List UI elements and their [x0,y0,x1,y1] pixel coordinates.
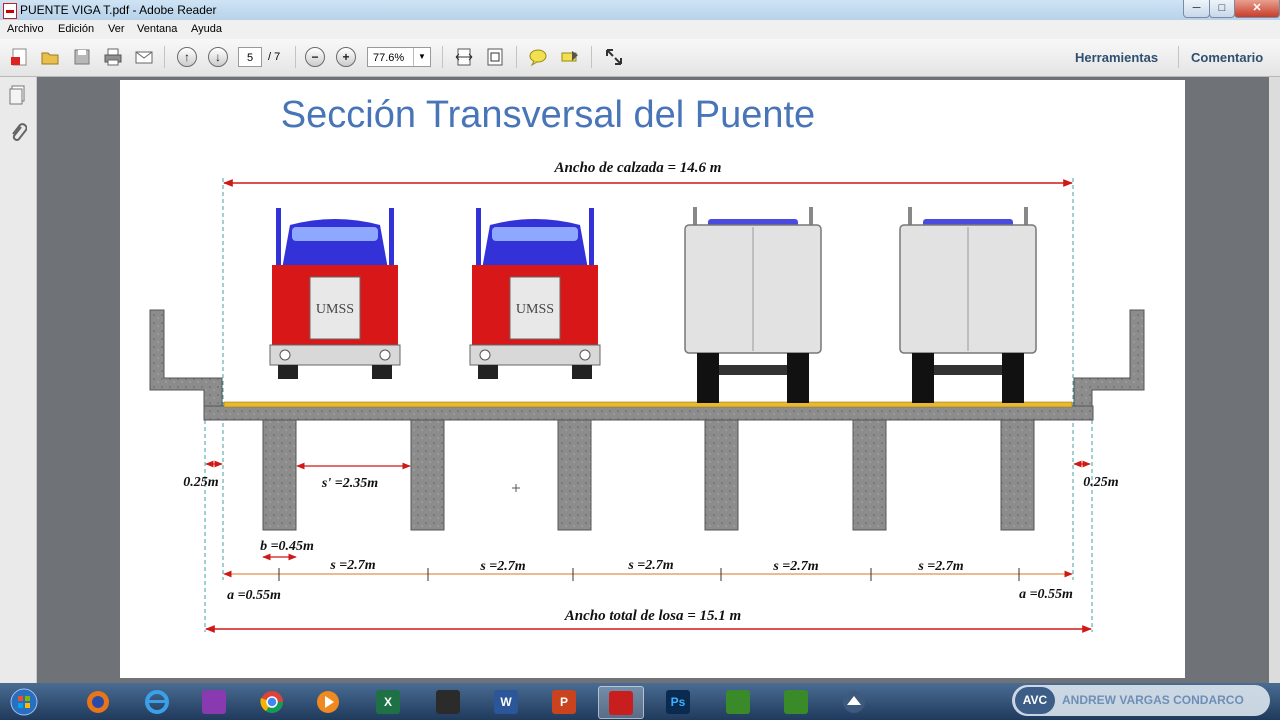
spacing-label: s =2.7m [772,559,818,574]
pavement-layer [223,401,1073,408]
minimize-button[interactable]: ─ [1183,0,1210,18]
camtasia-recorder-icon[interactable] [774,686,818,717]
truck-logo: UMSS [516,302,554,317]
watermark-name: ANDREW VARGAS CONDARCO [1062,693,1244,707]
internet-explorer-icon[interactable] [135,686,179,717]
excel-icon[interactable]: X [366,686,410,717]
separator [295,46,296,68]
navigation-panel [0,77,37,683]
girder [852,419,887,531]
next-page-button[interactable]: ↓ [206,45,230,69]
close-button[interactable]: ✕ [1234,0,1280,18]
title-bar: PUENTE VIGA T.pdf - Adobe Reader ─ □ ✕ [0,0,1280,20]
firefox-icon[interactable] [76,686,120,717]
acrobat-icon[interactable] [598,686,644,719]
left-barrier [149,309,223,421]
spacing-label: s =2.7m [479,559,525,574]
girders [262,419,1035,531]
total-width-label: Ancho total de losa = 15.1 m [564,608,741,624]
crosshair-cursor-icon [512,484,520,492]
truck-front-2: UMSS [469,208,601,379]
watermark-logo: AVC [1015,687,1055,714]
scrollbar[interactable] [1269,77,1280,683]
truck-logo: UMSS [316,302,354,317]
zoom-select[interactable]: 77.6% ▼ [367,47,431,67]
camtasia-icon[interactable] [716,686,760,717]
right-edge-label: 0.25m [1083,475,1119,490]
attachment-icon[interactable] [9,123,28,150]
truck-front-1: UMSS [269,208,401,379]
truck-rear-1 [684,207,822,403]
girder [704,419,739,531]
girder [1000,419,1035,531]
chrome-icon[interactable] [250,686,294,717]
open-folder-icon[interactable] [38,45,62,69]
page-number-input[interactable]: 5 [238,47,262,67]
prev-page-button[interactable]: ↑ [175,45,199,69]
pdf-icon [3,3,17,19]
chevron-down-icon[interactable]: ▼ [413,48,430,66]
spacing-label: s =2.7m [917,559,963,574]
clear-spacing-label: s' =2.35m [321,476,378,491]
winrar-icon[interactable] [192,686,236,717]
girder [410,419,445,531]
fit-width-icon[interactable] [452,45,476,69]
comment-bubble-icon[interactable] [526,45,550,69]
pages-icon[interactable] [9,85,27,110]
page-total: / 7 [268,51,281,63]
separator [591,46,592,68]
zoom-out-button[interactable]: − [303,45,327,69]
menu-ver[interactable]: Ver [108,23,125,35]
pdf-page: Sección Transversal del Puente Ancho de … [120,80,1185,678]
spacing-label: s =2.7m [329,558,375,573]
expand-icon[interactable] [602,45,626,69]
tools-panel-button[interactable]: Herramientas [1075,50,1158,65]
comment-panel-button[interactable]: Comentario [1191,50,1263,65]
girder [557,419,592,531]
girder [262,419,297,531]
menu-ayuda[interactable]: Ayuda [191,23,222,35]
fit-page-icon[interactable] [483,45,507,69]
separator [516,46,517,68]
media-player-icon[interactable] [306,686,350,717]
visual-studio-icon[interactable] [832,686,876,717]
word-icon[interactable]: W [484,686,528,717]
zoom-in-button[interactable]: + [334,45,358,69]
deck-slab [203,405,1094,421]
photoshop-icon[interactable]: Ps [656,686,700,717]
right-overhang-label: a =0.55m [1019,587,1073,602]
menu-ventana[interactable]: Ventana [137,23,177,35]
save-icon[interactable] [70,45,94,69]
create-pdf-icon[interactable] [8,45,32,69]
email-icon[interactable] [132,45,156,69]
window-title: PUENTE VIGA T.pdf - Adobe Reader [20,3,217,17]
left-overhang-label: a =0.55m [227,588,281,603]
menu-archivo[interactable]: Archivo [7,23,44,35]
zoom-value: 77.6% [373,52,405,64]
powerpoint-icon[interactable]: P [542,686,586,717]
left-edge-label: 0.25m [183,475,219,490]
menu-bar: Archivo Edición Ver Ventana Ayuda [0,20,1280,39]
menu-edicion[interactable]: Edición [58,23,94,35]
right-barrier [1073,309,1145,421]
drawing-title: Sección Transversal del Puente [281,94,815,136]
highlight-pen-icon[interactable] [558,45,582,69]
toolbar: ↑ ↓ 5 / 7 − + 77.6% ▼ Herramientas Comen… [0,39,1280,77]
maximize-button[interactable]: □ [1209,0,1235,18]
spacing-label: s =2.7m [627,558,673,573]
roadway-width-label: Ancho de calzada = 14.6 m [554,160,722,176]
bridge-cross-section-drawing: Sección Transversal del Puente Ancho de … [149,94,1145,633]
truck-rear-2 [899,207,1037,403]
start-button[interactable] [2,686,46,717]
separator [1178,46,1179,68]
separator [164,46,165,68]
print-icon[interactable] [101,45,125,69]
watermark: AVC ANDREW VARGAS CONDARCO [1012,685,1270,716]
separator [442,46,443,68]
beam-width-label: b =0.45m [260,539,314,554]
autocad-icon[interactable] [426,686,470,717]
